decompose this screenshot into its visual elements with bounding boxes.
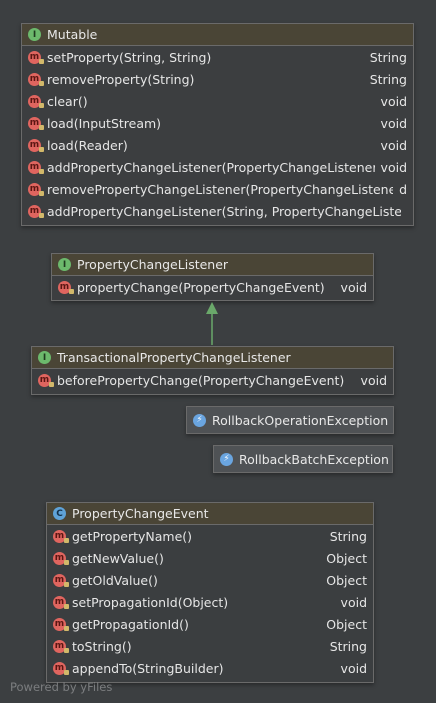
- method-icon: m: [53, 639, 69, 653]
- method-name: getNewValue(): [72, 550, 164, 566]
- method-icon: m: [53, 661, 69, 675]
- method-row: m setPropagationId(Object) void: [47, 591, 373, 613]
- exception-lightning-icon: ⚡: [193, 413, 206, 427]
- method-return-type: String: [329, 638, 367, 654]
- method-icon: m: [38, 373, 54, 387]
- method-return-type: void: [340, 660, 367, 676]
- powered-by-footer: Powered by yFiles: [10, 680, 113, 694]
- method-return-type: Object: [326, 550, 367, 566]
- method-return-type: Object: [326, 572, 367, 588]
- rollback-batch-exception-box[interactable]: ⚡ RollbackBatchException: [213, 445, 393, 473]
- rbe-title: RollbackBatchException: [239, 451, 389, 467]
- roe-title: RollbackOperationException: [212, 412, 389, 428]
- method-return-type: void: [340, 594, 367, 610]
- rollback-operation-exception-box[interactable]: ⚡ RollbackOperationException: [186, 406, 394, 434]
- pce-method-list: m getPropertyName() String m getNewValue() O…: [47, 525, 373, 679]
- method-row: m getOldValue() Object: [47, 569, 373, 591]
- method-row: m appendTo(StringBuilder) void: [47, 657, 373, 679]
- method-icon: m: [53, 617, 69, 631]
- method-name: setPropagationId(Object): [72, 594, 229, 610]
- method-row: m beforePropertyChange(PropertyChangeEven…: [32, 369, 393, 391]
- pce-title: PropertyChangeEvent: [72, 506, 209, 521]
- tpcl-header: I TransactionalPropertyChangeListener: [32, 347, 393, 369]
- method-return-type: String: [329, 528, 367, 544]
- method-return-type: Object: [326, 616, 367, 632]
- method-name: getPropagationId(): [72, 616, 189, 632]
- method-row: m getNewValue() Object: [47, 547, 373, 569]
- tpcl-title: TransactionalPropertyChangeListener: [57, 350, 291, 365]
- property-change-event-box[interactable]: C PropertyChangeEvent m getPropertyName()…: [46, 502, 374, 683]
- class-icon: C: [53, 507, 66, 520]
- method-name: appendTo(StringBuilder): [72, 660, 224, 676]
- method-name: getOldValue(): [72, 572, 158, 588]
- method-name: toString(): [72, 638, 132, 654]
- pce-header: C PropertyChangeEvent: [47, 503, 373, 525]
- method-return-type: void: [360, 372, 387, 388]
- method-row: m getPropagationId() Object: [47, 613, 373, 635]
- roe-header: ⚡ RollbackOperationException: [187, 407, 393, 433]
- method-icon: m: [53, 529, 69, 543]
- method-name: getPropertyName(): [72, 528, 193, 544]
- transactional-pcl-box[interactable]: I TransactionalPropertyChangeListener mb…: [31, 346, 394, 395]
- method-name: beforePropertyChange(PropertyChangeEvent…: [57, 372, 345, 388]
- method-icon: m: [53, 573, 69, 587]
- interface-icon: I: [38, 351, 51, 364]
- method-icon: m: [53, 551, 69, 565]
- rbe-header: ⚡ RollbackBatchException: [214, 446, 392, 472]
- method-row: m getPropertyName() String: [47, 525, 373, 547]
- exception-lightning-icon: ⚡: [220, 452, 233, 466]
- method-row: m toString() String: [47, 635, 373, 657]
- method-icon: m: [53, 595, 69, 609]
